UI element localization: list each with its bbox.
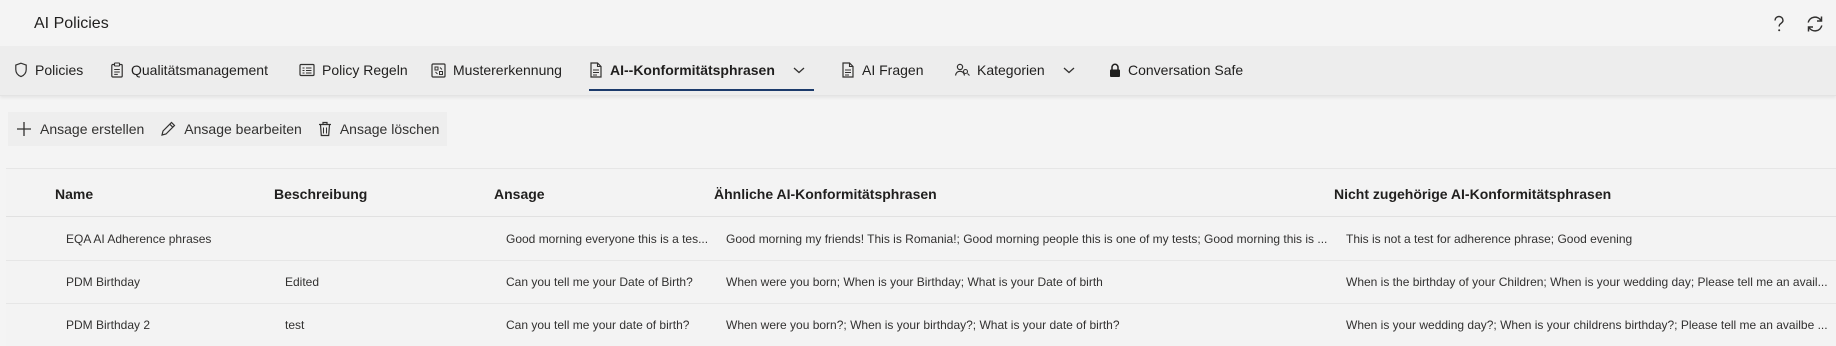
help-icon[interactable] bbox=[1768, 13, 1790, 35]
table-row[interactable]: PDM Birthday Edited Can you tell me your… bbox=[6, 261, 1836, 304]
column-header-ansage[interactable]: Ansage bbox=[494, 186, 545, 202]
column-header-aehnliche-phrasen[interactable]: Ähnliche AI-Konformitätsphrasen bbox=[714, 186, 937, 202]
phrases-table: Name Beschreibung Ansage Ähnliche AI-Kon… bbox=[6, 168, 1836, 346]
cell-nicht-zugehoerige-phrasen: When is the birthday of your Children; W… bbox=[1346, 275, 1828, 289]
clipboard-icon bbox=[111, 62, 123, 78]
cell-name: PDM Birthday bbox=[66, 275, 141, 289]
column-header-nicht-zugehoerige-phrasen[interactable]: Nicht zugehörige AI-Konformitätsphrasen bbox=[1334, 186, 1611, 202]
cell-nicht-zugehoerige-phrasen: This is not a test for adherence phrase;… bbox=[1346, 232, 1633, 246]
tab-bar: Policies Qualitätsmanagement Policy Rege… bbox=[0, 46, 1836, 96]
column-header-name[interactable]: Name bbox=[55, 186, 93, 202]
tab-label: Qualitätsmanagement bbox=[131, 62, 268, 78]
chevron-down-icon[interactable] bbox=[1062, 65, 1076, 75]
lock-icon bbox=[1110, 63, 1120, 77]
chevron-down-icon[interactable] bbox=[792, 65, 806, 75]
tab-qualitaetsmanagement[interactable]: Qualitätsmanagement bbox=[110, 46, 268, 94]
cell-ansage: Can you tell me your date of birth? bbox=[506, 318, 690, 332]
cell-name: PDM Birthday 2 bbox=[66, 318, 151, 332]
table-header: Name Beschreibung Ansage Ähnliche AI-Kon… bbox=[6, 169, 1836, 217]
cell-name: EQA AI Adherence phrases bbox=[66, 232, 212, 246]
add-icon bbox=[17, 122, 31, 136]
cell-ansage: Good morning everyone this is a tes... bbox=[506, 232, 709, 246]
create-announcement-label: Ansage erstellen bbox=[40, 121, 145, 137]
document-icon bbox=[590, 62, 602, 78]
cell-nicht-zugehoerige-phrasen: When is your wedding day?; When is your … bbox=[1346, 318, 1828, 332]
shield-icon bbox=[15, 62, 27, 78]
edit-announcement-label: Ansage bearbeiten bbox=[184, 121, 302, 137]
page-title: AI Policies bbox=[34, 15, 109, 32]
command-bar: Ansage erstellen Ansage bearbeiten Ansag… bbox=[8, 112, 448, 146]
delete-announcement-label: Ansage löschen bbox=[339, 121, 440, 137]
tab-kategorien[interactable]: Kategorien bbox=[954, 46, 1076, 94]
tab-label: Policies bbox=[35, 62, 84, 78]
title-bar: AI Policies bbox=[0, 0, 1836, 46]
create-announcement-button[interactable]: Ansage erstellen bbox=[8, 112, 152, 146]
pencil-icon bbox=[161, 121, 176, 136]
tab-mustererkennung[interactable]: Mustererkennung bbox=[431, 46, 562, 94]
pattern-icon bbox=[431, 62, 446, 78]
refresh-icon[interactable] bbox=[1804, 13, 1826, 35]
tab-label: AI Fragen bbox=[862, 62, 924, 78]
cell-aehnliche-phrasen: When were you born?; When is your birthd… bbox=[726, 318, 1120, 332]
app-window: AI Policies Policies Qualitätsmanagement… bbox=[0, 0, 1836, 346]
tab-ai-konformitaetsphrasen[interactable]: AI--Konformitätsphrasen bbox=[589, 46, 814, 94]
cell-beschreibung: test bbox=[285, 318, 305, 332]
tab-label: Policy Regeln bbox=[322, 62, 408, 78]
tab-policies[interactable]: Policies bbox=[14, 46, 83, 94]
tab-label: Kategorien bbox=[977, 62, 1045, 78]
column-header-beschreibung[interactable]: Beschreibung bbox=[274, 186, 367, 202]
table-row[interactable]: EQA AI Adherence phrases Good morning ev… bbox=[6, 218, 1836, 261]
document-icon bbox=[842, 62, 854, 78]
people-icon bbox=[954, 63, 970, 76]
cell-aehnliche-phrasen: When were you born; When is your Birthda… bbox=[726, 275, 1103, 289]
title-actions bbox=[1768, 13, 1826, 35]
tab-label: Mustererkennung bbox=[453, 62, 562, 78]
tab-label: AI--Konformitätsphrasen bbox=[610, 62, 775, 78]
tab-conversation-safe[interactable]: Conversation Safe bbox=[1109, 46, 1243, 94]
cell-ansage: Can you tell me your Date of Birth? bbox=[506, 275, 693, 289]
edit-announcement-button[interactable]: Ansage bearbeiten bbox=[152, 112, 310, 146]
trash-icon bbox=[318, 121, 331, 137]
cell-aehnliche-phrasen: Good morning my friends! This is Romania… bbox=[726, 232, 1328, 246]
tab-policy-regeln[interactable]: Policy Regeln bbox=[299, 46, 408, 94]
tab-label: Conversation Safe bbox=[1128, 62, 1244, 78]
cell-beschreibung: Edited bbox=[285, 275, 320, 289]
tab-ai-fragen[interactable]: AI Fragen bbox=[841, 46, 923, 94]
table-row[interactable]: PDM Birthday 2 test Can you tell me your… bbox=[6, 304, 1836, 346]
list-card-icon bbox=[299, 63, 315, 77]
delete-announcement-button[interactable]: Ansage löschen bbox=[310, 112, 448, 146]
